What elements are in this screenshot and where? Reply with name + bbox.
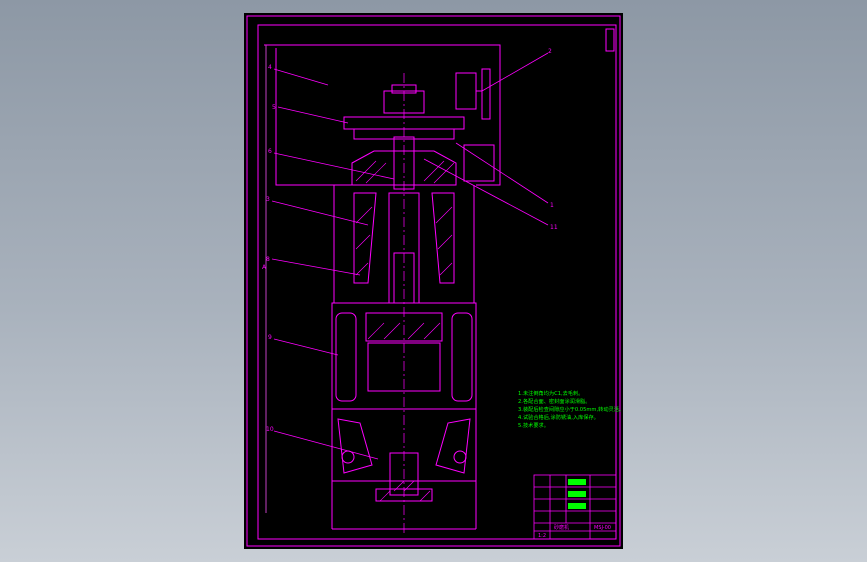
cad-viewer[interactable]: 2 4 5 6 3 8 9 10 1 11 A 1.未注倒角均为C1,去毛刺。 … <box>0 0 867 562</box>
drawing-sheet: 2 4 5 6 3 8 9 10 1 11 A 1.未注倒角均为C1,去毛刺。 … <box>244 13 624 549</box>
right-liner <box>431 192 455 284</box>
balloon-4: 4 <box>268 64 272 71</box>
title-name: 砂磨机 <box>554 524 569 531</box>
left-arm <box>337 418 373 474</box>
right-jacket <box>451 312 473 402</box>
balloon-1: 1 <box>550 202 554 209</box>
motor-mount <box>463 144 495 182</box>
right-pin <box>453 450 467 464</box>
balloon-10: 10 <box>266 426 274 433</box>
note-line-2: 2.各配合面、密封面涂润滑脂。 <box>518 397 590 405</box>
balloon-9: 9 <box>268 334 272 341</box>
note-line-3: 3.装配后检查间隙应小于0.05mm,转动灵活。 <box>518 405 623 413</box>
leader-lines <box>271 52 549 460</box>
left-jacket <box>335 312 357 402</box>
section-hatching <box>355 160 455 502</box>
balloon-3: 3 <box>266 196 270 203</box>
balloon-8: 8 <box>266 256 270 263</box>
left-pin <box>341 450 355 464</box>
balloon-11: 11 <box>550 224 558 231</box>
note-line-5: 5.技术要求。 <box>518 421 549 429</box>
balloon-6: 6 <box>268 148 272 155</box>
left-liner <box>353 192 377 284</box>
bracket-outline <box>275 48 354 186</box>
outer-frame <box>246 15 621 547</box>
side-coupling <box>481 68 491 120</box>
corner-code-box <box>605 28 615 52</box>
body-left-wall <box>333 185 354 304</box>
right-arm <box>435 418 471 474</box>
bracket-top <box>264 44 501 186</box>
technical-notes: 1.未注倒角均为C1,去毛刺。 2.各配合面、密封面涂润滑脂。 3.装配后检查间… <box>518 389 624 429</box>
assembly-drawing: 2 4 5 6 3 8 9 10 1 11 A 1.未注倒角均为C1,去毛刺。 … <box>246 15 624 547</box>
balloon-5: 5 <box>272 104 276 111</box>
note-line-1: 1.未注倒角均为C1,去毛刺。 <box>518 389 583 397</box>
title-drawing-no: MSJ-00 <box>594 525 611 531</box>
note-line-4: 4.试验合格后,涂防锈油,入库保存。 <box>518 413 599 421</box>
body-right-wall <box>454 185 475 304</box>
balloon-2: 2 <box>548 48 552 55</box>
motor-block <box>455 72 477 110</box>
title-scale: 1:2 <box>538 533 546 539</box>
